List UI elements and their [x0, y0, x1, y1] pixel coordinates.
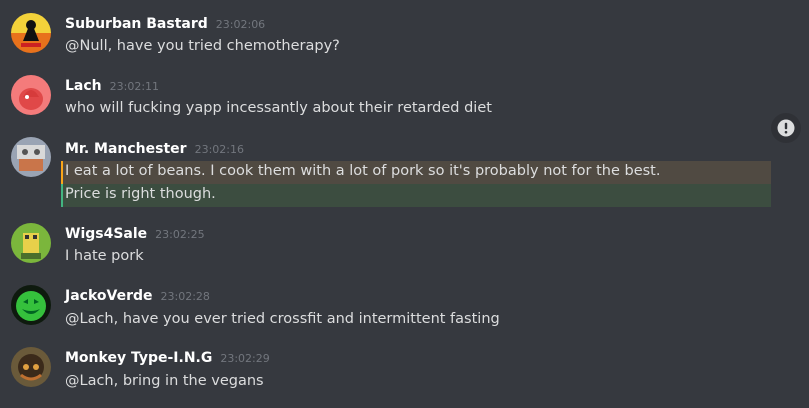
- alert-icon: [777, 119, 795, 137]
- timestamp: 23:02:16: [194, 143, 244, 156]
- avatar[interactable]: [11, 137, 51, 177]
- author-label[interactable]: Wigs4Sale: [65, 226, 147, 242]
- alert-button[interactable]: [771, 113, 801, 143]
- author-label[interactable]: Mr. Manchester: [65, 141, 187, 157]
- avatar[interactable]: [11, 285, 51, 325]
- message-text: I eat a lot of beans. I cook them with a…: [65, 163, 661, 179]
- author-name[interactable]: Lach 23:02:11: [65, 78, 159, 94]
- message-text: @Lach, have you ever tried crossfit and …: [65, 311, 500, 327]
- message-text: @Null, have you tried chemotherapy?: [65, 38, 340, 54]
- author-label[interactable]: Lach: [65, 78, 102, 94]
- avatar[interactable]: [11, 13, 51, 53]
- timestamp: 23:02:29: [220, 352, 270, 365]
- timestamp: 23:02:11: [109, 80, 160, 93]
- avatar[interactable]: [11, 75, 51, 115]
- avatar[interactable]: [11, 223, 51, 263]
- author-label[interactable]: Monkey Type-I.N.G: [65, 350, 212, 366]
- author-name[interactable]: Monkey Type-I.N.G 23:02:29: [65, 350, 270, 366]
- author-name[interactable]: Mr. Manchester 23:02:16: [65, 141, 244, 157]
- timestamp: 23:02:28: [160, 290, 210, 303]
- author-label[interactable]: Suburban Bastard: [65, 16, 208, 32]
- message-text: Price is right though.: [65, 186, 216, 202]
- timestamp: 23:02:25: [155, 228, 205, 241]
- avatar[interactable]: [11, 347, 51, 387]
- timestamp: 23:02:06: [215, 18, 266, 31]
- message-text: @Lach, bring in the vegans: [65, 373, 264, 389]
- message-text: I hate pork: [65, 248, 144, 264]
- author-name[interactable]: JackoVerde 23:02:28: [65, 288, 210, 304]
- author-name[interactable]: Wigs4Sale 23:02:25: [65, 226, 205, 242]
- author-name[interactable]: Suburban Bastard 23:02:06: [65, 16, 265, 32]
- author-label[interactable]: JackoVerde: [65, 288, 153, 304]
- message-text: who will fucking yapp incessantly about …: [65, 100, 492, 116]
